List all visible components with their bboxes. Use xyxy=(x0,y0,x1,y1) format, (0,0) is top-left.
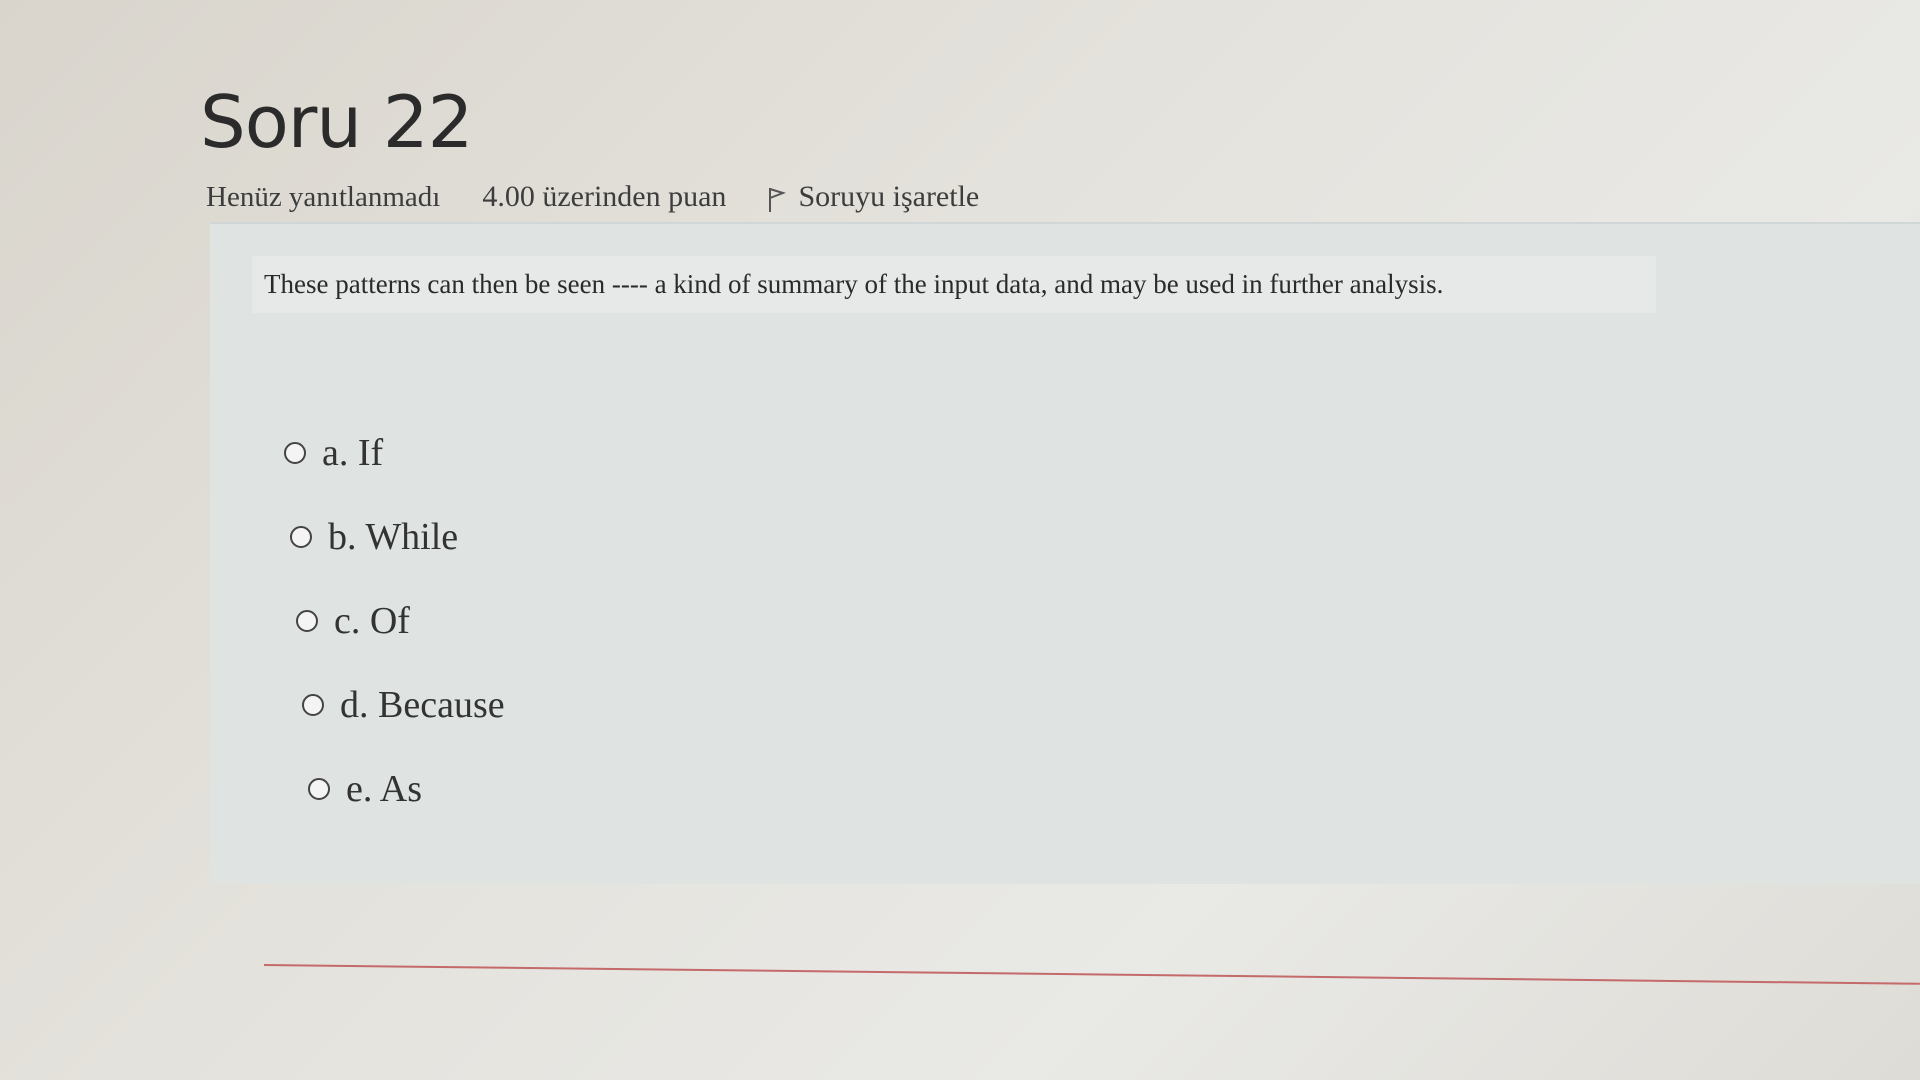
radio-unchecked-icon[interactable] xyxy=(284,442,306,464)
answer-option-a[interactable]: a. If xyxy=(284,432,505,474)
radio-unchecked-icon[interactable] xyxy=(296,610,318,632)
answer-label: a. If xyxy=(322,432,384,474)
answer-option-e[interactable]: e. As xyxy=(308,768,505,810)
answer-option-d[interactable]: d. Because xyxy=(302,684,505,726)
answer-label: d. Because xyxy=(340,684,505,726)
answer-option-c[interactable]: c. Of xyxy=(296,600,505,642)
answer-list: a. If b. While c. Of d. Because e. As xyxy=(284,432,505,854)
flag-question-link[interactable]: Soruyu işaretle xyxy=(766,180,979,214)
question-text: These patterns can then be seen ---- a k… xyxy=(252,256,1656,313)
answer-label: c. Of xyxy=(334,600,410,642)
section-divider xyxy=(263,964,1920,985)
flag-question-label: Soruyu işaretle xyxy=(798,180,980,213)
radio-unchecked-icon[interactable] xyxy=(308,778,330,800)
flag-icon xyxy=(766,186,787,214)
question-content: These patterns can then be seen ---- a k… xyxy=(210,222,1920,884)
question-grade: 4.00 üzerinden puan xyxy=(482,180,727,213)
answer-label: e. As xyxy=(346,768,422,810)
question-info: Henüz yanıtlanmadı 4.00 üzerinden puan S… xyxy=(206,180,979,214)
radio-unchecked-icon[interactable] xyxy=(290,526,312,548)
question-state: Henüz yanıtlanmadı xyxy=(206,180,441,213)
answer-label: b. While xyxy=(328,516,459,558)
answer-option-b[interactable]: b. While xyxy=(290,516,505,558)
radio-unchecked-icon[interactable] xyxy=(302,694,324,716)
question-title: Soru 22 xyxy=(200,80,473,164)
